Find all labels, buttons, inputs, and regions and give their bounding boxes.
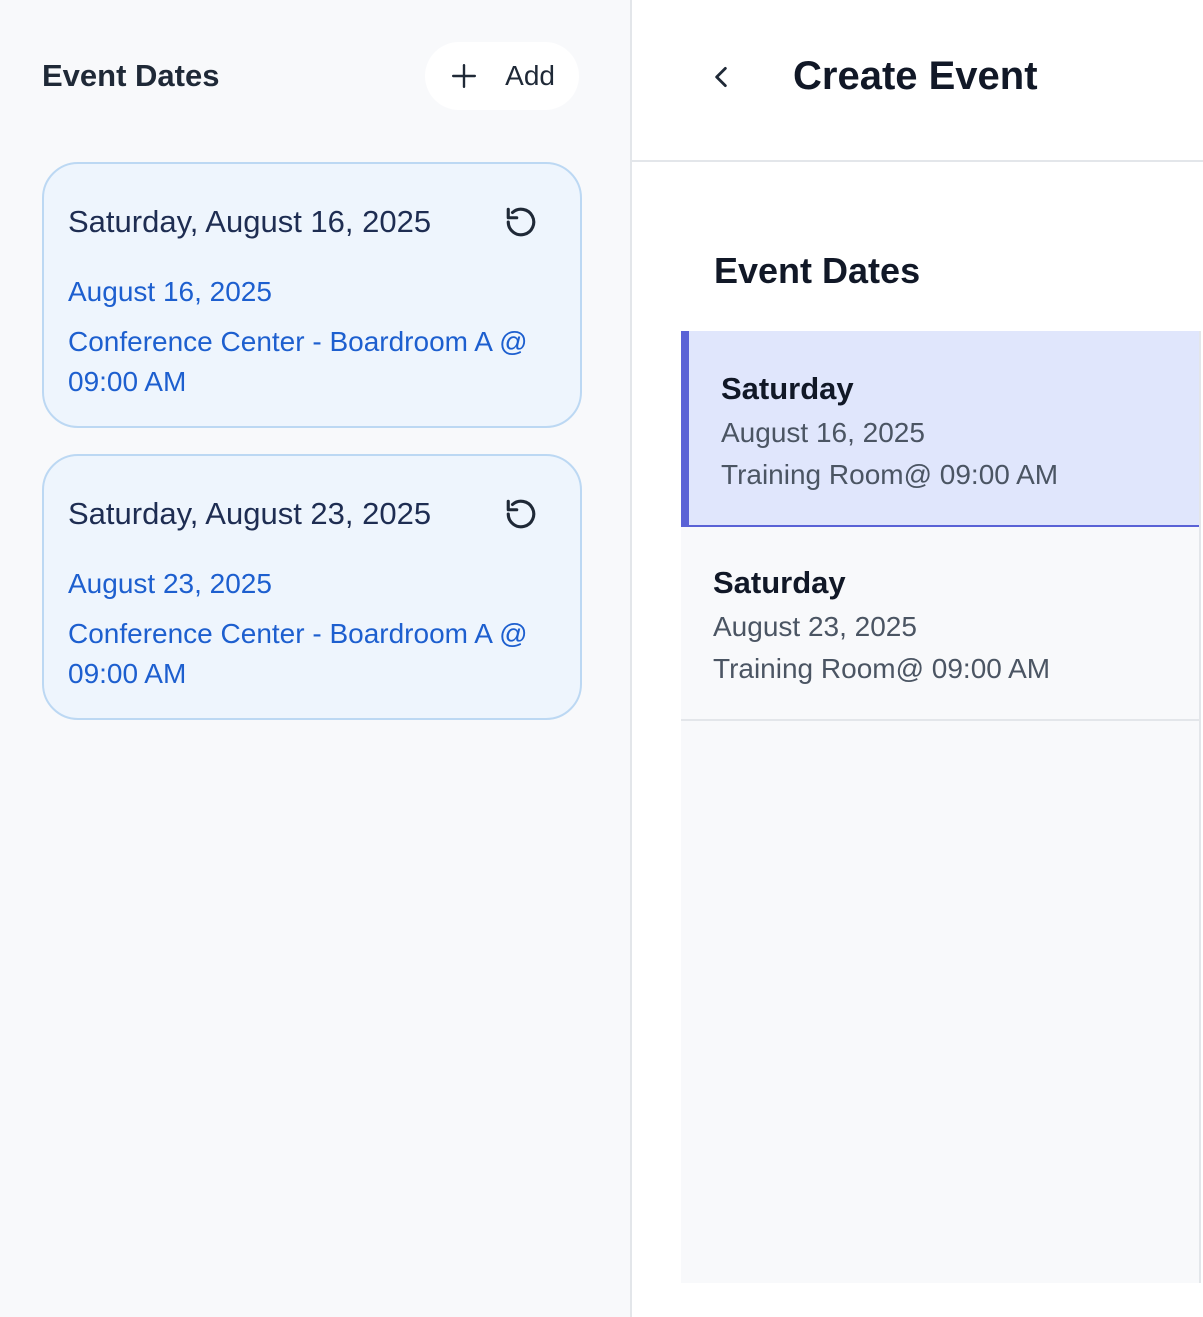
reset-icon[interactable] <box>504 497 538 531</box>
create-event-panel: Create Event Event Dates Saturday August… <box>632 0 1203 1317</box>
date-card[interactable]: Saturday, August 23, 2025 August 23, 202… <box>42 454 582 720</box>
date-list-item-selected[interactable]: Saturday August 16, 2025 Training Room@ … <box>681 331 1199 527</box>
event-dates-title: Event Dates <box>42 58 220 93</box>
date-card-date: August 23, 2025 <box>68 568 272 599</box>
chevron-left-icon[interactable] <box>708 64 734 90</box>
event-dates-section-title: Event Dates <box>714 250 921 291</box>
event-date-list: Saturday August 16, 2025 Training Room@ … <box>681 331 1201 1283</box>
add-button-label: Add <box>505 60 555 91</box>
date-card-date: August 16, 2025 <box>68 276 272 307</box>
app: Event Dates Add Saturday, August 16, 202… <box>0 0 1203 1317</box>
event-dates-panel: Event Dates Add Saturday, August 16, 202… <box>0 0 632 1317</box>
date-item-date: August 16, 2025 <box>721 417 925 448</box>
date-card-header: Saturday, August 23, 2025 <box>68 496 556 532</box>
date-card-location: Conference Center - Boardroom A @ 09:00 … <box>68 326 528 397</box>
date-card-title: Saturday, August 23, 2025 <box>68 496 432 531</box>
event-dates-header: Event Dates Add <box>42 42 579 110</box>
date-item-location: Training Room@ 09:00 AM <box>721 459 1059 490</box>
date-item-location: Training Room@ 09:00 AM <box>713 653 1051 684</box>
date-item-day: Saturday <box>713 565 846 600</box>
plus-icon <box>452 63 477 89</box>
date-card-location: Conference Center - Boardroom A @ 09:00 … <box>68 618 528 689</box>
date-card[interactable]: Saturday, August 16, 2025 August 16, 202… <box>42 162 582 428</box>
page-title: Create Event <box>793 54 1038 98</box>
date-list-item[interactable]: Saturday August 23, 2025 Training Room@ … <box>681 527 1199 721</box>
date-item-date: August 23, 2025 <box>713 611 917 642</box>
add-date-button[interactable]: Add <box>425 42 579 110</box>
date-card-header: Saturday, August 16, 2025 <box>68 204 556 240</box>
date-item-day: Saturday <box>721 371 854 406</box>
create-event-header: Create Event <box>632 0 1203 162</box>
reset-icon[interactable] <box>504 205 538 239</box>
date-card-title: Saturday, August 16, 2025 <box>68 204 432 239</box>
